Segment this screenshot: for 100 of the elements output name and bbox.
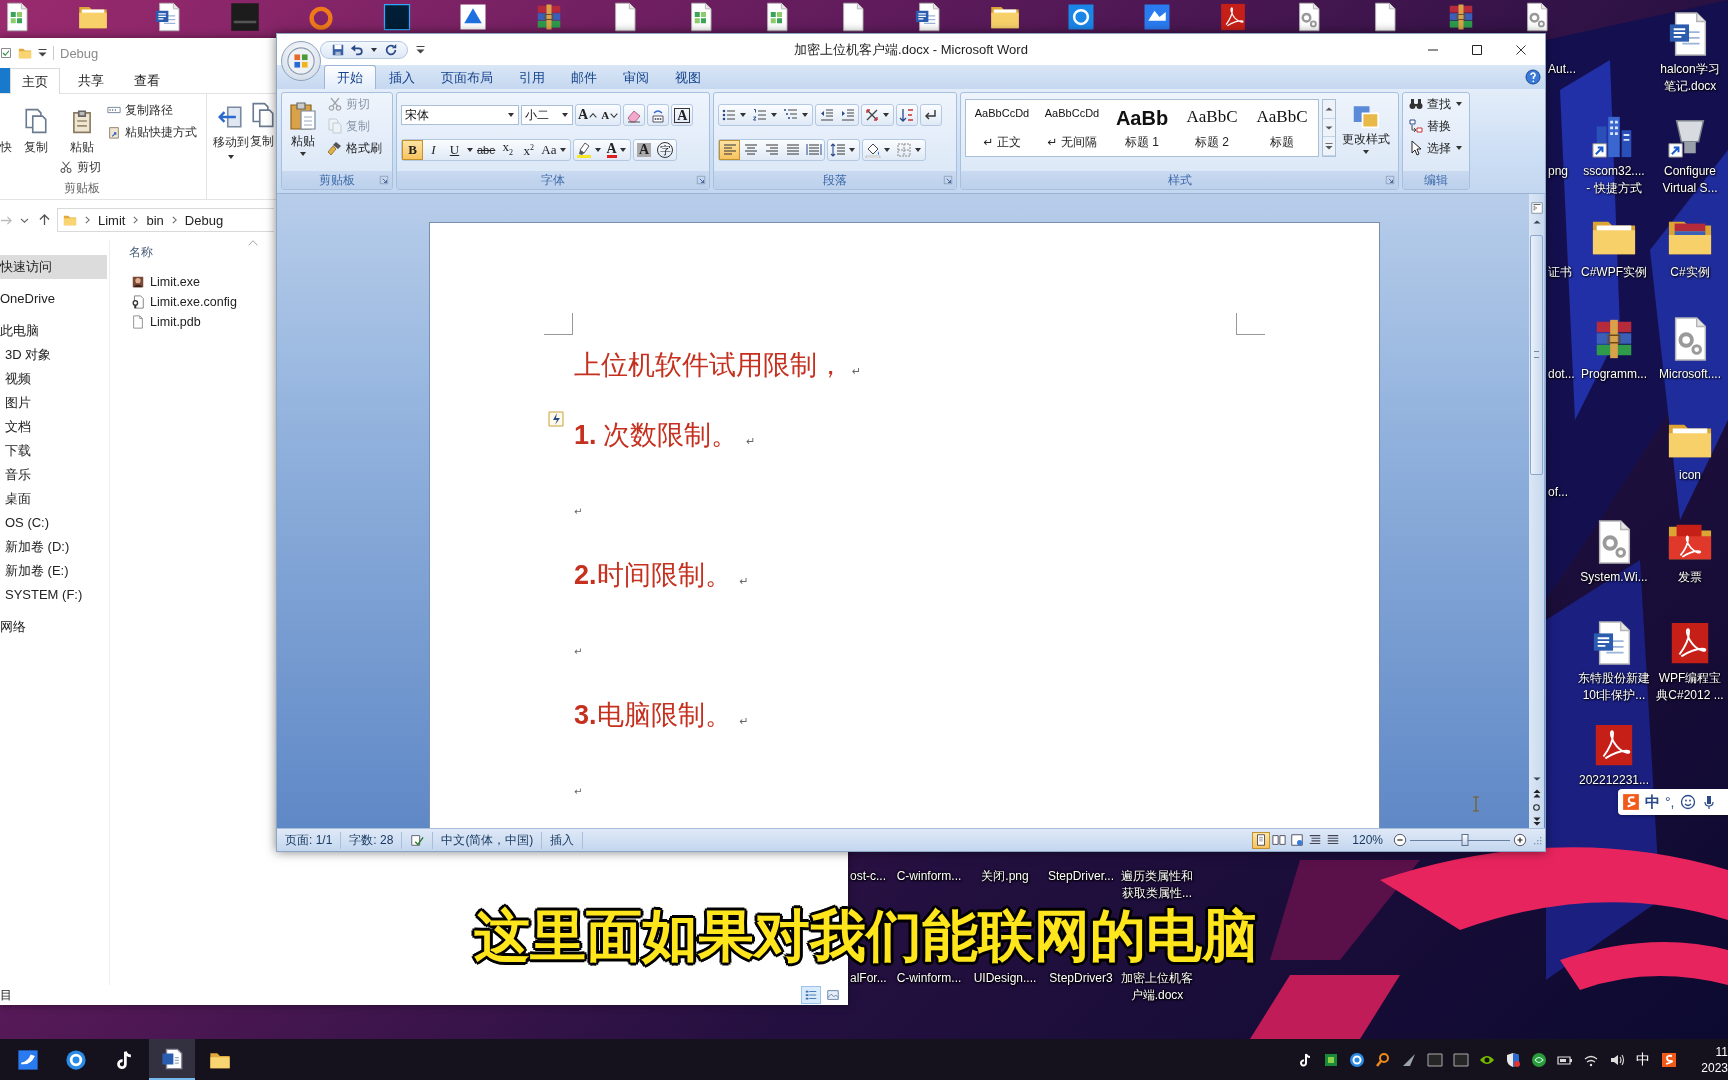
insert-mode-status[interactable]: 插入	[542, 831, 584, 849]
dialog-launcher-icon[interactable]	[379, 175, 389, 185]
up-arrow-icon[interactable]	[39, 214, 50, 226]
input-mode-toggle[interactable]: 中	[1645, 792, 1660, 812]
redo-icon[interactable]	[384, 42, 398, 57]
dialog-launcher-icon[interactable]	[943, 175, 953, 185]
sort-button[interactable]	[896, 104, 918, 126]
details-view-button[interactable]	[801, 986, 821, 1004]
swirl-icon[interactable]	[1349, 1051, 1365, 1068]
zoom-out-icon[interactable]	[1393, 833, 1407, 847]
undo-icon[interactable]	[350, 42, 364, 57]
style-item[interactable]: AaBbCcDd ↵ 正文	[968, 102, 1036, 154]
character-border-button[interactable]: A	[671, 104, 694, 126]
slider-thumb[interactable]	[1461, 834, 1469, 846]
bold-button[interactable]: B	[402, 140, 423, 160]
change-case-button[interactable]: Aa	[539, 140, 570, 160]
grow-font-button[interactable]: A	[576, 105, 600, 125]
dialog-launcher-icon[interactable]	[1385, 175, 1395, 185]
style-item[interactable]: AaBbC 标题 2	[1178, 102, 1246, 154]
chinese-layout-button[interactable]	[861, 104, 894, 126]
chip-icon[interactable]	[1323, 1051, 1339, 1068]
customize-arrow-icon[interactable]	[416, 45, 425, 54]
paste-button[interactable]: 粘贴	[58, 96, 106, 156]
smiley-icon[interactable]	[1679, 794, 1696, 810]
nav-item[interactable]: 图片	[0, 391, 107, 415]
search-icon[interactable]	[1375, 1051, 1391, 1068]
desktop-shortcut[interactable]: 东特股份新建10t非保护...	[1576, 620, 1652, 704]
app-tile-icon[interactable]	[458, 2, 488, 32]
help-icon[interactable]	[1525, 69, 1541, 85]
desktop-shortcut[interactable]: Microsoft....	[1652, 315, 1728, 383]
select-button[interactable]: 选择	[1406, 137, 1466, 159]
ribbon-tab[interactable]: 邮件	[558, 65, 610, 89]
app-tile-icon[interactable]	[1066, 2, 1096, 32]
desktop-shortcut[interactable]: 发票	[1652, 518, 1728, 586]
replace-button[interactable]: 替换	[1406, 115, 1466, 137]
dropdown-arrow-icon[interactable]	[467, 148, 473, 152]
word-count[interactable]: 字数: 28	[341, 831, 403, 849]
dropdown-arrow-icon[interactable]	[371, 47, 377, 52]
copy-path-button[interactable]: 复制路径	[106, 99, 174, 121]
phonetic-guide-button[interactable]	[647, 104, 670, 126]
italic-button[interactable]: I	[423, 140, 444, 160]
ribbon-tab[interactable]: 页面布局	[428, 65, 506, 89]
nav-item[interactable]: 3D 对象	[0, 343, 107, 367]
taskbar-button[interactable]	[149, 1039, 195, 1080]
thumbnail-icon[interactable]	[230, 2, 260, 32]
scroll-thumb[interactable]	[1530, 235, 1543, 475]
ribbon-tab[interactable]: 视图	[662, 65, 714, 89]
lens-circle-icon[interactable]	[1531, 1051, 1547, 1068]
input-language[interactable]: 中	[1631, 1050, 1655, 1069]
nav-item[interactable]: 快速访问	[0, 255, 107, 279]
font-name-field[interactable]: 宋体	[401, 105, 519, 125]
ruler-icon[interactable]	[1529, 201, 1544, 215]
nav-item[interactable]: 新加卷 (E:)	[0, 559, 107, 583]
chevron-down-icon[interactable]	[20, 217, 29, 223]
desktop-shortcut[interactable]: Configure Virtual S...	[1652, 112, 1728, 197]
character-shading-button[interactable]: A	[633, 140, 655, 160]
music-note-icon[interactable]	[1297, 1051, 1313, 1068]
file-item[interactable]: Limit.exe	[129, 272, 201, 292]
clock[interactable]: 11 2023	[1683, 1043, 1728, 1076]
ribbon-tab[interactable]: 主页	[10, 68, 60, 94]
copy-to-button[interactable]: 复制	[250, 94, 274, 150]
nav-item[interactable]: SYSTEM (F:)	[0, 583, 107, 607]
move-to-button[interactable]: 移动到	[212, 94, 250, 160]
nav-item[interactable]: 下载	[0, 439, 107, 463]
print-layout-button[interactable]	[1252, 831, 1271, 849]
breadcrumb-link[interactable]: Limit	[98, 212, 126, 228]
app-tile-icon[interactable]	[1142, 2, 1172, 32]
style-item[interactable]: AaBb 标题 1	[1108, 102, 1176, 154]
desktop-shortcut[interactable]: 202212231...	[1576, 721, 1652, 789]
nav-item[interactable]: 桌面	[0, 487, 107, 511]
breadcrumb-link[interactable]: bin	[146, 212, 164, 228]
file-item[interactable]: Limit.pdb	[129, 312, 201, 332]
ribbon-tab[interactable]: 插入	[376, 65, 428, 89]
nav-item[interactable]: 此电脑	[0, 319, 107, 343]
desktop-shortcut[interactable]: icon	[1652, 417, 1728, 484]
underline-button[interactable]: U	[444, 140, 465, 160]
font-color-button[interactable]: A	[604, 140, 630, 160]
style-item[interactable]: AaBbCcDd ↵ 无间隔	[1038, 102, 1106, 154]
nav-item[interactable]: 音乐	[0, 463, 107, 487]
format-painter-button[interactable]: 格式刷	[325, 137, 384, 159]
find-button[interactable]: 查找	[1406, 93, 1466, 115]
style-item[interactable]: AaBbC 标题	[1248, 102, 1316, 154]
subscript-button[interactable]: x$_{2}$	[497, 140, 519, 160]
paste-shortcut-button[interactable]: 粘贴快捷方式	[106, 121, 198, 143]
ribbon-tab[interactable]: 查看	[122, 68, 172, 93]
zoom-level[interactable]: 120%	[1352, 833, 1383, 847]
shield-icon[interactable]	[1505, 1051, 1521, 1068]
language-status[interactable]: 中文(简体，中国)	[433, 831, 543, 849]
nav-item[interactable]: OneDrive	[0, 287, 107, 311]
font-size-field[interactable]: 小二	[521, 105, 573, 125]
breadcrumb-link[interactable]: Debug	[184, 212, 224, 228]
app-tile-icon[interactable]	[1453, 1051, 1469, 1068]
change-styles-button[interactable]: 更改样式	[1338, 99, 1394, 171]
address-bar[interactable]: Limit bin Debug	[57, 208, 274, 232]
align-left-button[interactable]	[719, 140, 740, 160]
customize-arrow-icon[interactable]	[38, 49, 47, 57]
column-header[interactable]: 名称	[129, 243, 153, 261]
nav-item[interactable]: 网络	[0, 615, 107, 639]
ribbon-tab[interactable]: 共享	[66, 68, 116, 93]
desktop-shortcut[interactable]: halcon学习笔记.docx	[1652, 11, 1728, 95]
